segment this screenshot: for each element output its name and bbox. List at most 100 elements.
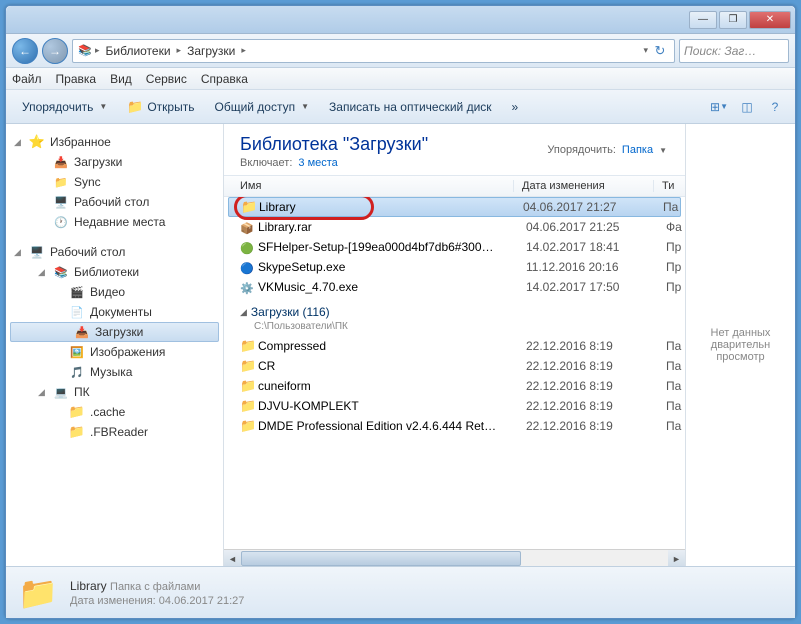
- breadcrumb-libraries[interactable]: Библиотеки: [102, 44, 175, 58]
- chevron-right-icon[interactable]: ▸: [95, 45, 100, 56]
- collapse-icon[interactable]: ◢: [14, 137, 24, 148]
- file-row[interactable]: DMDE Professional Edition v2.4.6.444 Ret…: [224, 416, 685, 436]
- sidebar-item[interactable]: Sync: [6, 172, 223, 192]
- scroll-left-arrow[interactable]: ◄: [224, 550, 241, 566]
- scroll-thumb[interactable]: [241, 551, 521, 566]
- menu-file[interactable]: Файл: [12, 72, 42, 86]
- menu-tools[interactable]: Сервис: [146, 72, 187, 86]
- preview-pane-icon[interactable]: ◫: [735, 95, 759, 119]
- file-row[interactable]: VKMusic_4.70.exe14.02.2017 17:50Пр: [224, 277, 685, 297]
- file-row[interactable]: Library.rar04.06.2017 21:25Фа: [224, 217, 685, 237]
- file-row[interactable]: SFHelper-Setup-[199ea000d4bf7db6#300…14.…: [224, 237, 685, 257]
- sidebar-item-label: Недавние места: [74, 215, 165, 229]
- chevron-right-icon[interactable]: ▸: [177, 45, 182, 56]
- close-button[interactable]: ✕: [749, 11, 791, 29]
- status-type: Папка с файлами: [110, 581, 200, 593]
- sidebar-item[interactable]: Видео: [6, 282, 223, 302]
- sidebar-item[interactable]: Недавние места: [6, 212, 223, 232]
- file-date: 14.02.2017 17:50: [526, 280, 666, 294]
- sidebar-item-label: .cache: [90, 405, 125, 419]
- file-row[interactable]: CR22.12.2016 8:19Па: [224, 356, 685, 376]
- sidebar: ◢ Избранное Загрузки Sync Рабочий стол Н…: [6, 124, 224, 566]
- back-button[interactable]: ←: [12, 38, 38, 64]
- sidebar-pc[interactable]: ◢ ПК: [6, 382, 223, 402]
- sort-value[interactable]: Папка: [622, 144, 653, 156]
- sidebar-item[interactable]: Загрузки: [10, 322, 219, 342]
- sidebar-item-label: Загрузки: [95, 325, 143, 339]
- status-date-label: Дата изменения:: [70, 595, 156, 607]
- share-button[interactable]: Общий доступ▼: [206, 96, 317, 118]
- view-options-icon[interactable]: ⊞▼: [707, 95, 731, 119]
- sidebar-item[interactable]: Музыка: [6, 362, 223, 382]
- sidebar-favorites[interactable]: ◢ Избранное: [6, 132, 223, 152]
- sidebar-item[interactable]: .FBReader: [6, 422, 223, 442]
- burn-button[interactable]: Записать на оптический диск: [321, 96, 500, 118]
- sidebar-desktop[interactable]: ◢ Рабочий стол: [6, 242, 223, 262]
- collapse-icon[interactable]: ◢: [14, 247, 24, 258]
- content-area: ◢ Избранное Загрузки Sync Рабочий стол Н…: [6, 124, 795, 566]
- file-type: Пр: [666, 280, 681, 294]
- collapse-icon[interactable]: ◢: [240, 307, 247, 318]
- refresh-button[interactable]: ↻: [650, 43, 670, 59]
- music-icon: [69, 364, 85, 380]
- forward-button[interactable]: →: [42, 38, 68, 64]
- file-row[interactable]: Compressed22.12.2016 8:19Па: [224, 336, 685, 356]
- sidebar-item-label: Sync: [74, 175, 101, 189]
- sidebar-item[interactable]: Загрузки: [6, 152, 223, 172]
- folder-icon: [69, 404, 85, 420]
- minimize-button[interactable]: —: [689, 11, 717, 29]
- titlebar[interactable]: — ❐ ✕: [6, 6, 795, 34]
- folder-icon: [69, 424, 85, 440]
- file-row[interactable]: cuneiform22.12.2016 8:19Па: [224, 376, 685, 396]
- sidebar-item[interactable]: Изображения: [6, 342, 223, 362]
- file-name: Library.rar: [258, 220, 526, 234]
- sidebar-item[interactable]: Документы: [6, 302, 223, 322]
- help-icon[interactable]: ?: [763, 95, 787, 119]
- column-type[interactable]: Ти: [654, 180, 685, 192]
- file-name: CR: [258, 359, 526, 373]
- organize-button[interactable]: Упорядочить▼: [14, 96, 115, 118]
- column-name[interactable]: Имя: [224, 180, 514, 192]
- file-name: DMDE Professional Edition v2.4.6.444 Ret…: [258, 419, 526, 433]
- breadcrumb[interactable]: ▸ Библиотеки ▸ Загрузки ▸ ▾ ↻: [72, 39, 675, 63]
- includes-link[interactable]: 3 места: [298, 157, 337, 169]
- navigation-bar: ← → ▸ Библиотеки ▸ Загрузки ▸ ▾ ↻ Поиск:…: [6, 34, 795, 68]
- search-input[interactable]: Поиск: Заг…: [679, 39, 789, 63]
- group-header[interactable]: ◢ Загрузки (116): [224, 297, 685, 321]
- sidebar-item[interactable]: .cache: [6, 402, 223, 422]
- status-date: 04.06.2017 21:27: [159, 595, 245, 607]
- menu-help[interactable]: Справка: [201, 72, 248, 86]
- file-type: Па: [666, 379, 681, 393]
- collapse-icon[interactable]: ◢: [38, 387, 48, 398]
- file-row[interactable]: DJVU-KOMPLEKT22.12.2016 8:19Па: [224, 396, 685, 416]
- breadcrumb-dropdown-icon[interactable]: ▾: [643, 45, 648, 56]
- includes-label: Включает:: [240, 157, 292, 169]
- chevron-right-icon[interactable]: ▸: [241, 45, 246, 56]
- file-list: Library04.06.2017 21:27ПаLibrary.rar04.0…: [224, 197, 685, 549]
- more-button[interactable]: »: [504, 96, 527, 118]
- column-date[interactable]: Дата изменения: [514, 180, 654, 192]
- menu-edit[interactable]: Правка: [56, 72, 97, 86]
- open-button[interactable]: Открыть: [119, 95, 202, 119]
- sidebar-libraries[interactable]: ◢ Библиотеки: [6, 262, 223, 282]
- chevron-down-icon[interactable]: ▼: [659, 146, 667, 155]
- video-icon: [69, 284, 85, 300]
- sidebar-item[interactable]: Рабочий стол: [6, 192, 223, 212]
- scroll-right-arrow[interactable]: ►: [668, 550, 685, 566]
- file-row[interactable]: Library04.06.2017 21:27Па: [228, 197, 681, 217]
- file-type: Па: [666, 359, 681, 373]
- menu-view[interactable]: Вид: [110, 72, 132, 86]
- file-name: DJVU-KOMPLEKT: [258, 399, 526, 413]
- desktop-icon: [53, 194, 69, 210]
- horizontal-scrollbar[interactable]: ◄ ►: [224, 549, 685, 566]
- breadcrumb-downloads[interactable]: Загрузки: [183, 44, 239, 58]
- breadcrumb-root-icon[interactable]: [77, 43, 93, 59]
- group-path: C:\Пользователи\ПК: [224, 321, 685, 332]
- file-name: Library: [259, 200, 523, 214]
- collapse-icon[interactable]: ◢: [38, 267, 48, 278]
- star-icon: [29, 134, 45, 150]
- file-type: Па: [666, 419, 681, 433]
- sort-label: Упорядочить:: [547, 144, 616, 156]
- file-row[interactable]: SkypeSetup.exe11.12.2016 20:16Пр: [224, 257, 685, 277]
- maximize-button[interactable]: ❐: [719, 11, 747, 29]
